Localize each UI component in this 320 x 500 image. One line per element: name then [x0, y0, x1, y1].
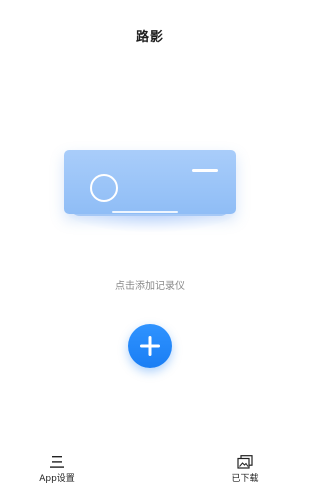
device-illustration — [56, 140, 246, 240]
add-device-hint: 点击添加记录仪 — [115, 281, 185, 292]
nav-app-settings-label: App设置 — [39, 474, 75, 484]
device-indicator-light — [192, 169, 218, 172]
nav-downloaded-label: 已下载 — [231, 474, 259, 484]
page-title: 路影 — [135, 30, 164, 45]
device-ring-icon — [90, 174, 118, 202]
plus-icon — [140, 336, 160, 356]
add-device-button[interactable] — [128, 324, 172, 368]
nav-downloaded[interactable]: 已下载 — [215, 455, 275, 484]
device-vent — [112, 211, 178, 213]
gallery-icon — [237, 455, 253, 469]
device-body — [64, 150, 236, 214]
menu-lines-icon — [50, 456, 64, 468]
nav-app-settings[interactable]: App设置 — [27, 455, 87, 484]
screen: 路影 点击添加记录仪 App设置 已下载 — [0, 0, 300, 500]
